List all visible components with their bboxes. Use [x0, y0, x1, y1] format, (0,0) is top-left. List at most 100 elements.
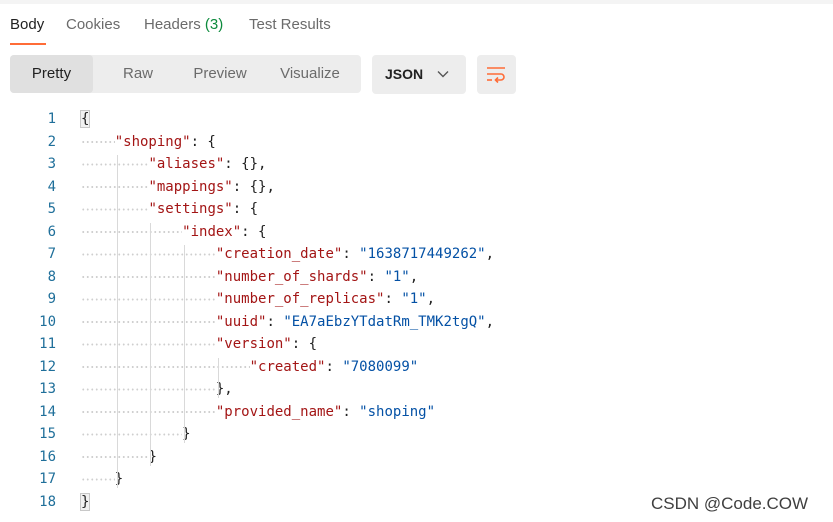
tab-headers[interactable]: Headers (3) — [144, 16, 223, 33]
json-punctuation: , — [409, 268, 419, 285]
json-punctuation: : — [325, 358, 343, 375]
indent-whitespace — [81, 310, 216, 333]
format-select[interactable]: JSON — [372, 55, 466, 94]
json-string-value: "7080099" — [342, 358, 419, 375]
code-line: "creation_date": "1638717449262", — [81, 243, 494, 266]
code-line: "index": { — [81, 220, 494, 243]
code-line: "shoping": { — [81, 130, 494, 153]
indent-whitespace — [81, 355, 250, 378]
code-line: } — [81, 423, 494, 446]
json-string-value: "1638717449262" — [359, 246, 486, 262]
indent-whitespace — [81, 243, 216, 266]
line-number: 10 — [39, 313, 56, 330]
response-body-editor[interactable]: 1 2 3 4 5 6 7 8 9 10 11 12 13 14 15 16 17 18 {"shoping": … — [0, 108, 833, 513]
line-number: 6 — [47, 223, 56, 240]
line-number: 7 — [47, 246, 56, 262]
line-number: 8 — [47, 268, 56, 285]
line-number: 11 — [39, 336, 56, 352]
headers-count-badge: (3) — [204, 16, 224, 33]
line-number: 18 — [39, 493, 56, 510]
code-line: "settings": { — [81, 198, 494, 221]
indent-whitespace — [81, 130, 115, 153]
active-tab-indicator — [10, 43, 46, 45]
code-line: "number_of_replicas": "1", — [81, 288, 494, 311]
indent-guide — [116, 155, 118, 488]
code-line: "created": "7080099" — [81, 355, 494, 378]
json-punctuation: : — [342, 403, 360, 420]
line-number: 5 — [47, 201, 56, 217]
code-line: "mappings": {}, — [81, 175, 494, 198]
json-key: "aliases" — [148, 156, 225, 172]
code-lines: {"shoping": {"aliases": {}, "mappings": {… — [79, 108, 495, 514]
json-key: "mappings" — [148, 178, 233, 195]
line-number: 2 — [47, 133, 56, 150]
code-line: "provided_name": "shoping" — [81, 400, 494, 423]
code-line: "uuid": "EA7aEbzYTdatRm_TMK2tgQ", — [81, 310, 495, 333]
json-punctuation: : — [367, 268, 385, 285]
json-punctuation: : {}, — [232, 178, 275, 195]
code-line: } — [81, 445, 494, 468]
watermark: CSDN @Code.COW — [651, 494, 809, 513]
json-key: "version" — [215, 336, 292, 352]
indent-whitespace — [81, 445, 149, 468]
code-line: } — [81, 468, 494, 491]
indent-guide — [150, 222, 152, 466]
json-key: "created" — [249, 358, 326, 375]
line-number: 13 — [39, 381, 56, 397]
line-number: 3 — [47, 156, 56, 172]
view-mode-visualize-button[interactable]: Visualize — [264, 55, 356, 93]
json-punctuation: : — [342, 246, 360, 262]
code-line: }, — [81, 378, 494, 401]
tab-cookies[interactable]: Cookies — [66, 16, 120, 33]
line-number: 4 — [47, 178, 56, 195]
json-string-value: "shoping" — [359, 403, 436, 420]
view-mode-pretty-button[interactable]: Pretty — [10, 55, 93, 93]
json-key: "provided_name" — [215, 403, 343, 420]
json-key: "settings" — [148, 201, 233, 217]
json-key: "number_of_shards" — [215, 268, 368, 285]
chevron-down-icon — [437, 71, 449, 78]
json-punctuation: : { — [291, 336, 318, 352]
view-mode-segmented-control: Pretty Raw Preview Visualize — [10, 55, 361, 93]
json-string-value: "1" — [384, 268, 410, 285]
indent-guide — [184, 245, 186, 443]
view-mode-preview-button[interactable]: Preview — [170, 55, 270, 93]
code-line: "aliases": {}, — [81, 153, 494, 176]
indent-whitespace — [81, 400, 216, 423]
line-number: 9 — [47, 291, 56, 307]
json-punctuation: : {}, — [224, 156, 267, 172]
json-string-value: "1" — [401, 291, 427, 307]
line-number: 15 — [39, 426, 56, 442]
tab-body[interactable]: Body — [10, 16, 44, 33]
indent-whitespace — [81, 153, 149, 176]
line-number: 1 — [47, 111, 56, 127]
response-tabs: Body Cookies Headers (3) Test Results — [0, 4, 833, 46]
tab-test-results[interactable]: Test Results — [249, 16, 331, 33]
code-line: "version": { — [81, 333, 494, 356]
indent-whitespace — [81, 220, 183, 243]
indent-whitespace — [81, 265, 216, 288]
wrap-lines-button[interactable] — [477, 55, 516, 94]
json-punctuation: { — [79, 110, 91, 128]
indent-whitespace — [81, 333, 216, 356]
json-key: "creation_date" — [215, 246, 343, 262]
json-punctuation: , — [485, 246, 495, 262]
indent-guide — [217, 357, 219, 398]
code-line: } — [79, 491, 494, 514]
indent-whitespace — [81, 468, 115, 491]
line-number: 14 — [39, 403, 56, 420]
json-punctuation: , — [485, 313, 495, 330]
json-key: "shoping" — [114, 133, 191, 150]
json-key: "uuid" — [215, 313, 267, 330]
indent-whitespace — [81, 198, 149, 221]
line-number: 16 — [39, 448, 56, 465]
format-select-value: JSON — [385, 66, 424, 82]
line-number: 17 — [39, 471, 56, 487]
indent-whitespace — [81, 175, 149, 198]
json-punctuation: : — [266, 313, 284, 330]
line-number: 12 — [39, 358, 56, 375]
json-punctuation: : { — [232, 201, 259, 217]
json-punctuation: } — [79, 492, 91, 511]
indent-whitespace — [81, 378, 216, 401]
indent-whitespace — [81, 288, 216, 311]
